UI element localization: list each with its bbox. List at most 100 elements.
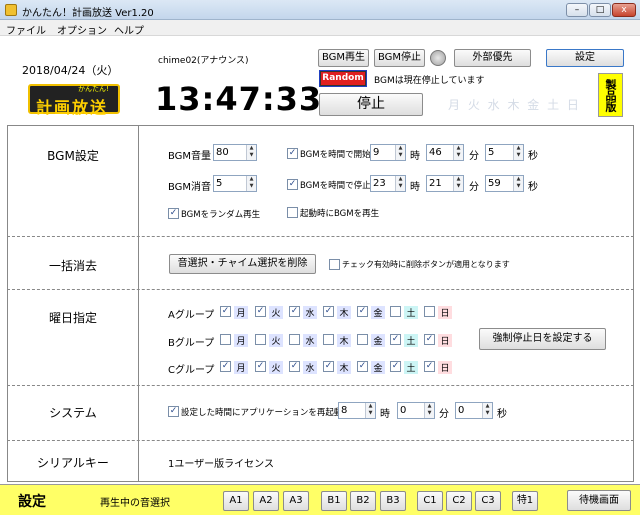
checkbox[interactable]: ✓ [289, 361, 300, 372]
product-edition-badge: 製品版 [598, 73, 623, 117]
day-checkbox[interactable]: 木 [323, 333, 353, 347]
sound-select-button[interactable]: C1 [417, 491, 443, 511]
day-label: 火 [269, 334, 283, 347]
sound-select-button[interactable]: C3 [475, 491, 501, 511]
checkbox[interactable]: ✓ [323, 361, 334, 372]
day-checkbox[interactable]: 日 [424, 305, 454, 319]
settings-button[interactable]: 設定 [546, 49, 624, 67]
checkbox[interactable]: ✓ [424, 334, 435, 345]
bgm-start-checkbox[interactable]: ✓ [287, 148, 298, 159]
checkbox[interactable]: ✓ [390, 334, 401, 345]
restart-minute[interactable]: 0 ▲ ▼ [397, 402, 435, 419]
menu-options[interactable]: オプション [57, 22, 107, 37]
maximize-button[interactable]: □ [589, 3, 611, 17]
bgm-volume-input[interactable]: 80 ▲ ▼ [213, 144, 257, 161]
checkbox[interactable]: ✓ [255, 306, 266, 317]
day-checkbox[interactable]: ✓ 水 [289, 305, 319, 319]
day-label: 月 [234, 361, 248, 374]
day-label: 火 [269, 361, 283, 374]
hour-unit: 時 [410, 182, 420, 193]
bgm-random-checkbox[interactable]: ✓ [168, 208, 179, 219]
checkbox[interactable] [255, 334, 266, 345]
day-checkbox[interactable]: ✓ 水 [289, 360, 319, 374]
serial-section-title: シリアルキー [37, 456, 109, 470]
bgm-stop-checkbox[interactable]: ✓ [287, 179, 298, 190]
day-checkbox[interactable]: ✓ 金 [357, 360, 387, 374]
bgm-startup-checkbox[interactable] [287, 207, 298, 218]
checkbox[interactable]: ✓ [357, 306, 368, 317]
day-checkbox[interactable]: ✓ 日 [424, 333, 454, 347]
checkbox[interactable]: ✓ [424, 361, 435, 372]
standby-screen-button[interactable]: 待機画面 [567, 490, 631, 511]
bgm-stop-minute[interactable]: 21 ▲ ▼ [426, 175, 464, 192]
day-checkbox[interactable]: ✓ 火 [255, 360, 285, 374]
day-checkbox[interactable]: ✓ 金 [357, 305, 387, 319]
clear-section-title: 一括消去 [48, 259, 97, 273]
restart-second[interactable]: 0 ▲ ▼ [455, 402, 493, 419]
checkbox[interactable]: ✓ [357, 361, 368, 372]
checkbox[interactable] [289, 334, 300, 345]
separator [7, 236, 634, 237]
sound-select-button[interactable]: A3 [283, 491, 309, 511]
random-indicator[interactable]: Random [319, 70, 367, 87]
sound-select-button[interactable]: C2 [446, 491, 472, 511]
day-checkbox[interactable]: ✓ 日 [424, 360, 454, 374]
checkbox[interactable]: ✓ [323, 306, 334, 317]
checkbox[interactable]: ✓ [220, 361, 231, 372]
day-label: 金 [371, 361, 385, 374]
sound-select-button[interactable]: B2 [350, 491, 376, 511]
stop-button[interactable]: 停止 [319, 93, 423, 116]
day-label: 水 [303, 306, 317, 319]
section-divider [138, 125, 139, 482]
bgm-start-second[interactable]: 5 ▲ ▼ [485, 144, 524, 161]
sound-select-button[interactable]: A2 [253, 491, 279, 511]
sound-select-button[interactable]: B3 [380, 491, 406, 511]
external-priority-button[interactable]: 外部優先 [454, 49, 531, 67]
bgm-mute-input[interactable]: 5 ▲ ▼ [213, 175, 257, 192]
day-label: 月 [234, 306, 248, 319]
restart-hour[interactable]: 8 ▲ ▼ [338, 402, 376, 419]
clear-enable-checkbox[interactable] [329, 259, 340, 270]
day-checkbox[interactable]: 水 [289, 333, 319, 347]
day-checkbox[interactable]: 金 [357, 333, 387, 347]
sound-select-button[interactable]: A1 [223, 491, 249, 511]
sound-select-button[interactable]: 特1 [512, 491, 538, 511]
clear-selection-button[interactable]: 音選択・チャイム選択を削除 [169, 254, 316, 274]
minimize-button[interactable]: – [566, 3, 588, 17]
sound-select-button[interactable]: B1 [321, 491, 347, 511]
app-logo: かんたん! 計画放送 [28, 84, 120, 117]
menu-help[interactable]: ヘルプ [114, 22, 144, 37]
checkbox[interactable] [323, 334, 334, 345]
checkbox[interactable] [220, 334, 231, 345]
bgm-play-button[interactable]: BGM再生 [318, 49, 369, 67]
restart-checkbox[interactable]: ✓ [168, 406, 179, 417]
day-checkbox[interactable]: 火 [255, 333, 285, 347]
checkbox[interactable]: ✓ [255, 361, 266, 372]
day-checkbox[interactable]: 土 [390, 305, 420, 319]
menu-file[interactable]: ファイル [6, 22, 46, 37]
checkbox[interactable]: ✓ [220, 306, 231, 317]
checkbox[interactable] [390, 306, 401, 317]
day-checkbox[interactable]: 月 [220, 333, 250, 347]
bgm-stop-button[interactable]: BGM停止 [374, 49, 425, 67]
checkbox[interactable] [357, 334, 368, 345]
day-checkbox[interactable]: ✓ 木 [323, 305, 353, 319]
bgm-stop-second[interactable]: 59 ▲ ▼ [485, 175, 524, 192]
hour-unit: 時 [380, 409, 390, 420]
day-checkbox[interactable]: ✓ 土 [390, 333, 420, 347]
day-checkbox[interactable]: ✓ 月 [220, 305, 250, 319]
day-checkbox[interactable]: ✓ 土 [390, 360, 420, 374]
checkbox[interactable]: ✓ [289, 306, 300, 317]
bgm-stop-hour[interactable]: 23 ▲ ▼ [370, 175, 406, 192]
day-checkbox[interactable]: ✓ 木 [323, 360, 353, 374]
hour-unit: 時 [410, 151, 420, 162]
day-checkbox[interactable]: ✓ 月 [220, 360, 250, 374]
day-label: 木 [337, 334, 351, 347]
day-checkbox[interactable]: ✓ 火 [255, 305, 285, 319]
checkbox[interactable]: ✓ [390, 361, 401, 372]
checkbox[interactable] [424, 306, 435, 317]
close-button[interactable]: x [612, 3, 636, 17]
force-stop-button[interactable]: 強制停止日を設定する [479, 328, 606, 350]
bgm-start-hour[interactable]: 9 ▲ ▼ [370, 144, 406, 161]
bgm-start-minute[interactable]: 46 ▲ ▼ [426, 144, 464, 161]
